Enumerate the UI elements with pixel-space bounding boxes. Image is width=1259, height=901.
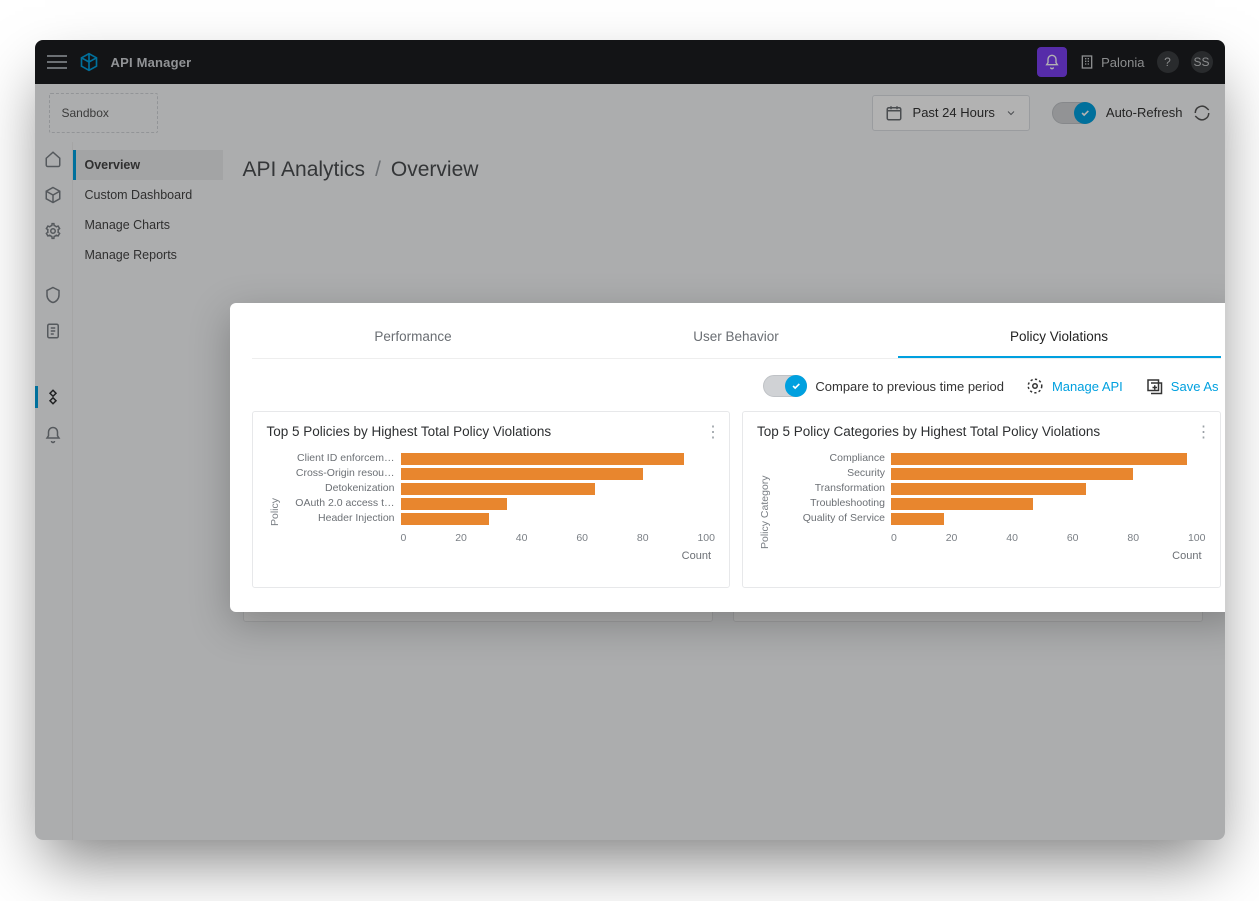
chart-x-tick: 80 bbox=[1127, 532, 1139, 544]
app-title: API Manager bbox=[111, 55, 192, 70]
sidebar-item-manage-reports[interactable]: Manage Reports bbox=[73, 240, 223, 270]
chart-card-title: Top 5 Policy Categories by Highest Total… bbox=[757, 424, 1206, 439]
org-name-label: Palonia bbox=[1101, 55, 1144, 70]
chart-category-label: Detokenization bbox=[281, 481, 401, 496]
rail-shield-icon[interactable] bbox=[44, 286, 62, 304]
chart-bar bbox=[891, 498, 1033, 510]
card-menu-icon[interactable]: ⋮ bbox=[705, 422, 721, 442]
chart-bar bbox=[891, 453, 1187, 465]
chart-category-label: Transformation bbox=[771, 481, 891, 496]
chart-bar bbox=[401, 468, 643, 480]
product-logo-icon bbox=[79, 52, 99, 72]
save-as-label: Save As bbox=[1171, 379, 1219, 394]
sidebar-item-overview[interactable]: Overview bbox=[73, 150, 223, 180]
chart-x-tick: 20 bbox=[946, 532, 958, 544]
time-range-selector[interactable]: Past 24 Hours bbox=[872, 95, 1030, 131]
auto-refresh-toggle[interactable] bbox=[1052, 102, 1096, 124]
chart-bar bbox=[891, 483, 1086, 495]
chevron-down-icon bbox=[1005, 107, 1017, 119]
gear-outline-icon bbox=[1026, 377, 1044, 395]
notifications-button[interactable] bbox=[1037, 47, 1067, 77]
rail-analytics-icon[interactable] bbox=[44, 388, 62, 406]
help-button[interactable]: ? bbox=[1157, 51, 1179, 73]
chart-x-tick: 60 bbox=[1067, 532, 1079, 544]
chart-category-label: Troubleshooting bbox=[771, 496, 891, 511]
chart-category-label: Header Injection bbox=[281, 511, 401, 526]
chart-bar bbox=[891, 513, 944, 525]
rail-alerts-icon[interactable] bbox=[44, 426, 62, 444]
chart-category-label: Cross-Origin resou… bbox=[281, 466, 401, 481]
icon-rail bbox=[35, 142, 73, 840]
chart-x-tick: 40 bbox=[516, 532, 528, 544]
breadcrumb-page: Overview bbox=[391, 158, 479, 182]
rail-cube-icon[interactable] bbox=[44, 186, 62, 204]
sidebar: Overview Custom Dashboard Manage Charts … bbox=[73, 142, 223, 840]
breadcrumb: API Analytics / Overview bbox=[243, 158, 1205, 182]
chart-card: Top 5 Policies by Highest Total Policy V… bbox=[252, 411, 731, 588]
chart-x-axis-label: Count bbox=[891, 550, 1206, 562]
chart-bar bbox=[401, 513, 489, 525]
chart-bar bbox=[401, 483, 596, 495]
check-icon bbox=[1080, 108, 1090, 118]
user-avatar[interactable]: SS bbox=[1191, 51, 1213, 73]
chart-x-tick: 100 bbox=[697, 532, 715, 544]
tab-policy-violations[interactable]: Policy Violations bbox=[898, 319, 1221, 358]
chart-y-axis-label: Policy Category bbox=[757, 447, 771, 577]
breadcrumb-separator: / bbox=[375, 158, 381, 182]
breadcrumb-section: API Analytics bbox=[243, 158, 366, 182]
tab-performance[interactable]: Performance bbox=[252, 319, 575, 358]
save-as-icon bbox=[1145, 377, 1163, 395]
manage-api-label: Manage API bbox=[1052, 379, 1123, 394]
chart-category-label: OAuth 2.0 access t… bbox=[281, 496, 401, 511]
rail-home-icon[interactable] bbox=[44, 150, 62, 168]
overview-panel: Performance User Behavior Policy Violati… bbox=[230, 303, 1225, 612]
chart-x-tick: 0 bbox=[401, 532, 407, 544]
rail-gear-icon[interactable] bbox=[44, 222, 62, 240]
card-menu-icon[interactable]: ⋮ bbox=[1196, 422, 1212, 442]
auto-refresh-label: Auto-Refresh bbox=[1106, 105, 1183, 120]
chart-y-axis-label: Policy bbox=[267, 447, 281, 577]
sidebar-item-custom-dashboard[interactable]: Custom Dashboard bbox=[73, 180, 223, 210]
building-icon bbox=[1079, 54, 1095, 70]
bell-icon bbox=[1044, 54, 1060, 70]
compare-toggle-group: Compare to previous time period bbox=[763, 375, 1004, 397]
chart-x-tick: 40 bbox=[1006, 532, 1018, 544]
chart-x-tick: 60 bbox=[576, 532, 588, 544]
time-range-label: Past 24 Hours bbox=[913, 105, 995, 120]
chart-card-title: Top 5 Policies by Highest Total Policy V… bbox=[267, 424, 716, 439]
chart-x-axis-label: Count bbox=[401, 550, 716, 562]
chart-x-tick: 20 bbox=[455, 532, 467, 544]
check-icon bbox=[791, 381, 801, 391]
sidebar-item-manage-charts[interactable]: Manage Charts bbox=[73, 210, 223, 240]
chart-x-axis: 0 20 40 60 80 100 bbox=[891, 532, 1206, 544]
chart-x-tick: 100 bbox=[1188, 532, 1206, 544]
rail-contract-icon[interactable] bbox=[44, 322, 62, 340]
chart-bar bbox=[891, 468, 1133, 480]
chart-category-label: Compliance bbox=[771, 451, 891, 466]
environment-selector[interactable]: Sandbox bbox=[49, 93, 158, 133]
menu-toggle-icon[interactable] bbox=[47, 55, 67, 69]
save-as-link[interactable]: Save As bbox=[1145, 377, 1219, 395]
refresh-icon[interactable] bbox=[1193, 104, 1211, 122]
chart-x-tick: 80 bbox=[637, 532, 649, 544]
chart-category-label: Quality of Service bbox=[771, 511, 891, 526]
compare-label: Compare to previous time period bbox=[815, 379, 1004, 394]
chart-bar bbox=[401, 453, 684, 465]
panel-tabs: Performance User Behavior Policy Violati… bbox=[252, 319, 1221, 359]
chart-x-tick: 0 bbox=[891, 532, 897, 544]
calendar-icon bbox=[885, 104, 903, 122]
manage-api-link[interactable]: Manage API bbox=[1026, 377, 1123, 395]
compare-toggle[interactable] bbox=[763, 375, 807, 397]
chart-category-label: Security bbox=[771, 466, 891, 481]
chart-card: Top 5 Policy Categories by Highest Total… bbox=[742, 411, 1221, 588]
chart-x-axis: 0 20 40 60 80 100 bbox=[401, 532, 716, 544]
chart-category-label: Client ID enforcem… bbox=[281, 451, 401, 466]
org-switcher[interactable]: Palonia bbox=[1079, 54, 1144, 70]
tab-user-behavior[interactable]: User Behavior bbox=[575, 319, 898, 358]
chart-bar bbox=[401, 498, 508, 510]
